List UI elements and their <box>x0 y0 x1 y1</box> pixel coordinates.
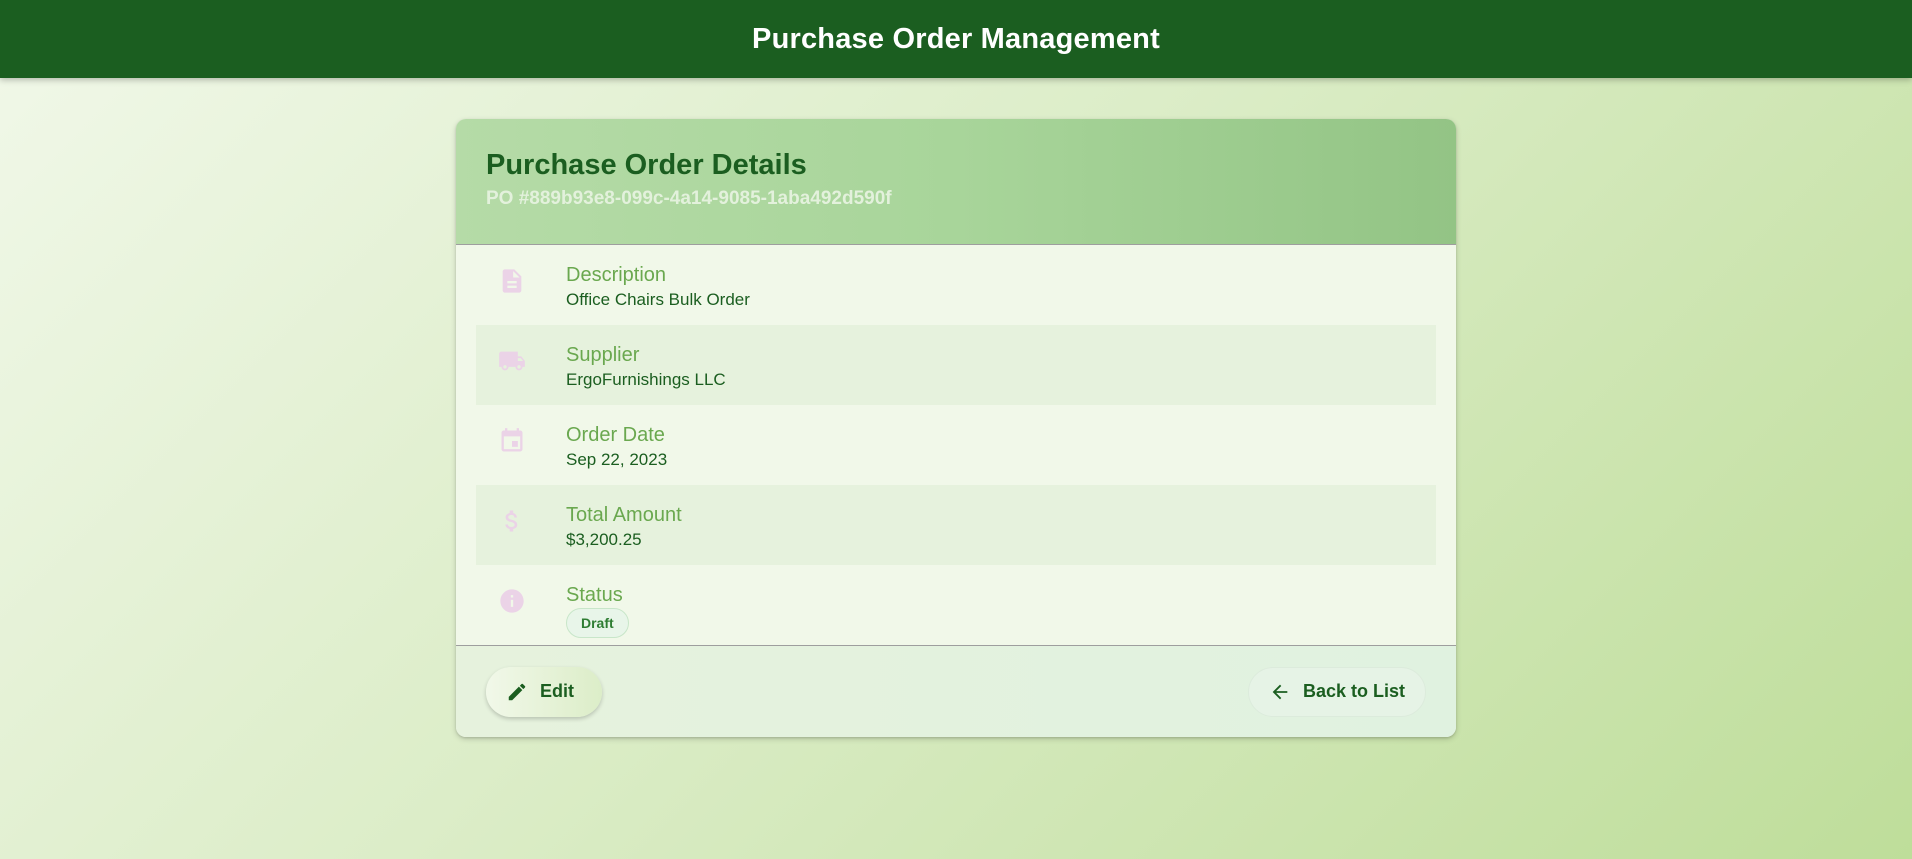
order-date-label: Order Date <box>566 424 665 446</box>
supplier-value: ErgoFurnishings LLC <box>566 370 726 389</box>
po-number: PO #889b93e8-099c-4a14-9085-1aba492d590f <box>486 188 892 209</box>
detail-row-total-amount: Total Amount $3,200.25 <box>476 485 1436 565</box>
edit-button[interactable]: Edit <box>486 666 602 717</box>
detail-row-order-date: Order Date Sep 22, 2023 <box>476 405 1436 485</box>
card-header: Purchase Order Details PO #889b93e8-099c… <box>456 119 1456 245</box>
info-icon <box>496 585 528 617</box>
edit-button-label: Edit <box>540 681 574 701</box>
detail-row-status: Status Draft <box>476 565 1436 645</box>
status-label: Status <box>566 584 623 606</box>
order-date-value: Sep 22, 2023 <box>566 450 668 469</box>
card-title: Purchase Order Details <box>486 149 807 181</box>
detail-row-supplier: Supplier ErgoFurnishings LLC <box>476 325 1436 405</box>
dollar-icon <box>496 505 528 537</box>
truck-icon <box>496 345 528 377</box>
back-button-label: Back to List <box>1302 681 1405 701</box>
detail-row-description: Description Office Chairs Bulk Order <box>476 245 1436 325</box>
back-to-list-button[interactable]: Back to List <box>1247 666 1426 717</box>
app-title: Purchase Order Management <box>752 22 1160 55</box>
calendar-icon <box>496 425 528 457</box>
description-value: Office Chairs Bulk Order <box>566 290 750 309</box>
description-label: Description <box>566 264 667 286</box>
purchase-order-card: Purchase Order Details PO #889b93e8-099c… <box>456 119 1456 737</box>
pencil-icon <box>508 683 526 700</box>
card-footer: Edit Back to List <box>456 645 1456 737</box>
total-amount-label: Total Amount <box>566 504 682 526</box>
status-badge: Draft <box>566 608 629 638</box>
app-bar: Purchase Order Management <box>0 0 1912 78</box>
total-amount-value: $3,200.25 <box>566 530 642 549</box>
arrow-left-icon <box>1272 684 1288 699</box>
supplier-label: Supplier <box>566 344 640 366</box>
details-list: Description Office Chairs Bulk Order Sup… <box>456 245 1456 645</box>
document-icon <box>496 265 528 297</box>
